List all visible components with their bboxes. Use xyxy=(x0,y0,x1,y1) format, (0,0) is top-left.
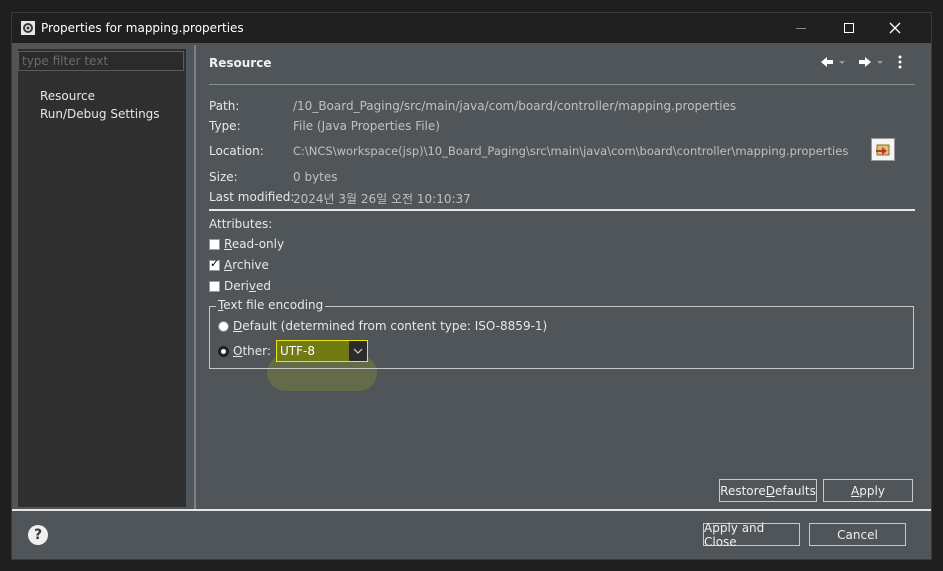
apply-and-close-button[interactable]: Apply and Close xyxy=(703,521,800,549)
close-icon xyxy=(889,22,901,34)
minimize-icon xyxy=(796,27,806,29)
help-icon[interactable]: ? xyxy=(28,525,48,545)
derived-checkbox[interactable]: Derived xyxy=(209,279,271,293)
checkbox-box-checked[interactable] xyxy=(209,257,220,271)
type-value: File (Java Properties File) xyxy=(293,119,440,133)
properties-dialog: Properties for mapping.properties Resour… xyxy=(11,12,932,560)
open-folder-icon xyxy=(876,144,890,155)
show-in-explorer-button[interactable] xyxy=(871,138,895,161)
last-modified-label: Last modified: xyxy=(209,190,295,204)
default-encoding-radio[interactable]: Default (determined from content type: I… xyxy=(218,319,547,333)
text-file-encoding-group: Text file encoding Default (determined f… xyxy=(209,298,914,369)
checkbox-box[interactable] xyxy=(209,280,220,292)
last-modified-value: 2024년 3월 26일 오전 10:10:37 xyxy=(293,192,471,206)
chevron-down-icon[interactable] xyxy=(353,344,363,358)
read-only-checkbox[interactable]: Read-only xyxy=(209,237,284,251)
maximize-button[interactable] xyxy=(826,13,872,43)
encoding-combo[interactable]: UTF-8 xyxy=(276,340,368,362)
path-value: /10_Board_Paging/src/main/java/com/board… xyxy=(293,99,737,113)
encoding-value[interactable]: UTF-8 xyxy=(277,344,315,358)
window-title: Properties for mapping.properties xyxy=(41,21,244,35)
forward-arrow-icon[interactable] xyxy=(857,53,873,71)
sidebar-item-resource[interactable]: Resource xyxy=(40,89,95,103)
archive-checkbox[interactable]: Archive xyxy=(209,257,269,272)
minimize-button[interactable] xyxy=(778,13,824,43)
maximize-icon xyxy=(844,23,854,33)
apply-button[interactable]: Apply xyxy=(823,479,913,502)
encoding-group-legend: Text file encoding xyxy=(216,298,326,312)
footer-divider xyxy=(12,509,931,511)
restore-defaults-button[interactable]: Restore Defaults xyxy=(719,479,817,502)
default-encoding-label: Default (determined from content type: I… xyxy=(233,319,548,333)
back-dropdown-icon[interactable] xyxy=(838,53,846,71)
title-bar: Properties for mapping.properties xyxy=(12,13,931,43)
type-label: Type: xyxy=(209,119,241,133)
checkbox-box[interactable] xyxy=(209,238,220,250)
filter-input[interactable] xyxy=(18,51,184,71)
location-label: Location: xyxy=(209,144,264,158)
view-menu-icon[interactable] xyxy=(897,53,903,71)
other-encoding-label: Other: xyxy=(233,344,271,358)
other-encoding-radio[interactable]: Other: xyxy=(218,344,271,358)
page-title: Resource xyxy=(209,56,272,70)
read-only-label: Read-only xyxy=(224,237,285,251)
radio-button-selected[interactable] xyxy=(218,345,229,357)
attributes-label: Attributes: xyxy=(209,217,273,231)
header-divider xyxy=(209,84,915,85)
radio-button[interactable] xyxy=(218,320,229,332)
property-page: Resource Path: /10_Board_Paging/src/main… xyxy=(197,45,932,509)
eclipse-gear-icon xyxy=(21,21,35,35)
location-value: C:\NCS\workspace(jsp)\10_Board_Paging\sr… xyxy=(293,144,849,158)
path-label: Path: xyxy=(209,99,240,113)
archive-label: Archive xyxy=(224,258,269,272)
derived-label: Derived xyxy=(224,279,271,293)
forward-dropdown-icon[interactable] xyxy=(876,53,884,71)
cancel-button[interactable]: Cancel xyxy=(809,523,906,546)
close-button[interactable] xyxy=(872,13,918,43)
back-arrow-icon[interactable] xyxy=(819,53,835,71)
size-value: 0 bytes xyxy=(293,170,338,184)
sidebar: Resource Run/Debug Settings xyxy=(18,49,186,507)
attributes-divider xyxy=(209,209,915,211)
size-label: Size: xyxy=(209,170,238,184)
sidebar-item-run-debug-settings[interactable]: Run/Debug Settings xyxy=(40,107,160,121)
sash-divider[interactable] xyxy=(194,45,196,509)
